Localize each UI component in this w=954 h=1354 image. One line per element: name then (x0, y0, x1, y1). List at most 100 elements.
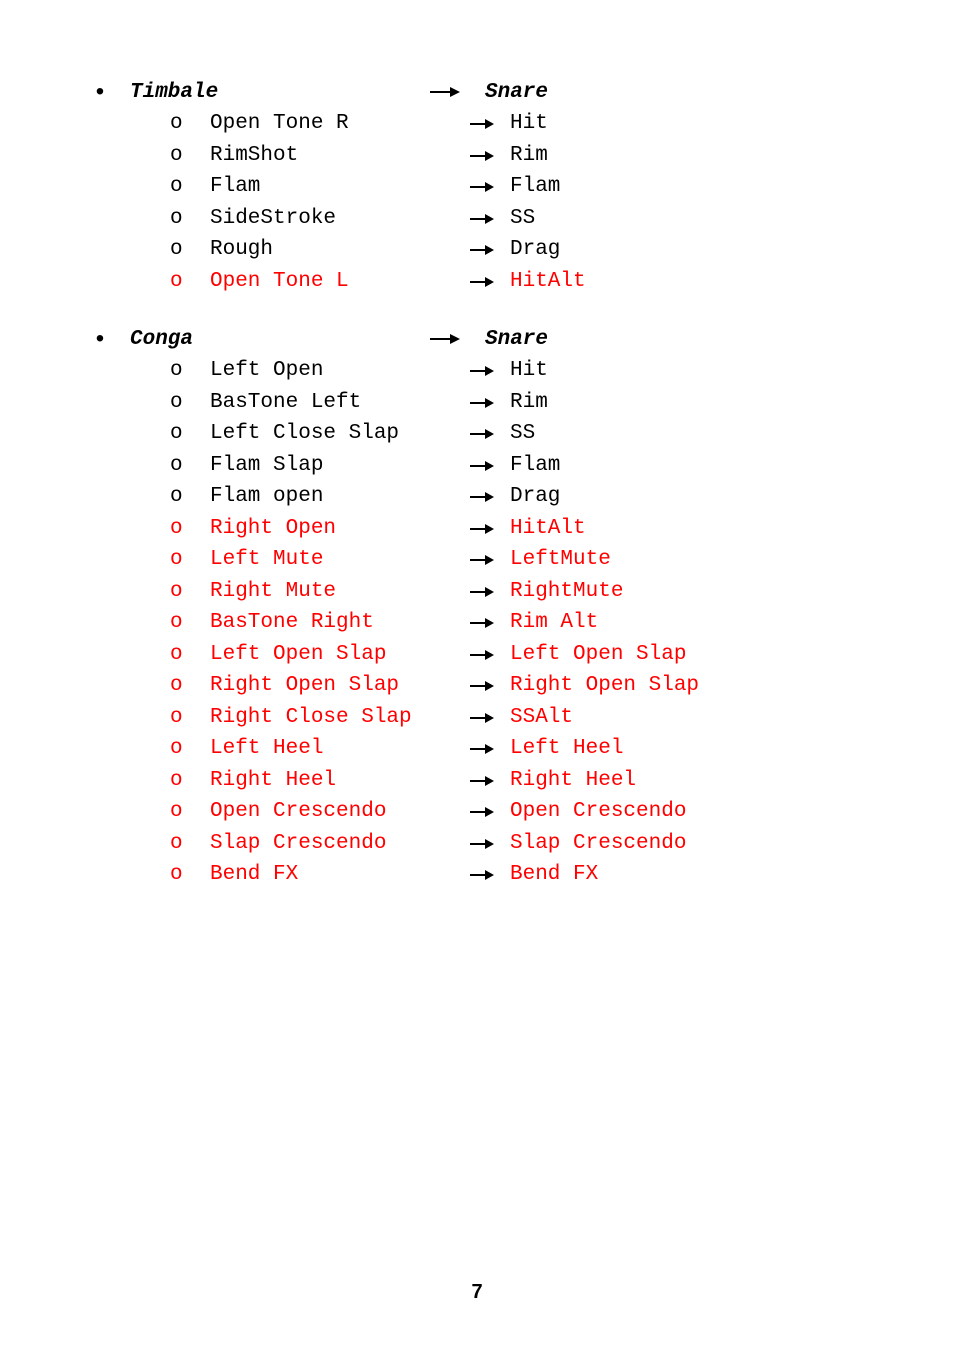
source-label: RimShot (210, 140, 470, 172)
arrow-icon (470, 828, 510, 860)
target-title: Snare (485, 328, 884, 351)
arrow-icon (470, 702, 510, 734)
section-timbale: • Timbale Snare oOpen Tone RHit oRimShot… (70, 80, 884, 297)
source-label: Flam (210, 171, 470, 203)
circle-bullet-icon: o (170, 859, 210, 891)
arrow-icon (470, 140, 510, 172)
mapping-row: oOpen CrescendoOpen Crescendo (70, 796, 884, 828)
mapping-row: oFlam open Drag (70, 481, 884, 513)
arrow-icon (470, 544, 510, 576)
target-label: Slap Crescendo (510, 828, 884, 860)
target-label: Left Heel (510, 733, 884, 765)
arrow-icon (470, 108, 510, 140)
mapping-row: oLeft Open SlapLeft Open Slap (70, 639, 884, 671)
target-label: SS (510, 418, 884, 450)
arrow-icon (470, 481, 510, 513)
source-label: Right Open Slap (210, 670, 470, 702)
source-label: Bend FX (210, 859, 470, 891)
mapping-row: oLeft Close Slap SS (70, 418, 884, 450)
arrow-icon (470, 234, 510, 266)
source-label: Left Heel (210, 733, 470, 765)
mapping-row: oRoughDrag (70, 234, 884, 266)
source-label: Right Mute (210, 576, 470, 608)
mapping-row: oLeft Mute LeftMute (70, 544, 884, 576)
circle-bullet-icon: o (170, 140, 210, 172)
section-header: • Conga Snare (70, 327, 884, 351)
circle-bullet-icon: o (170, 355, 210, 387)
circle-bullet-icon: o (170, 450, 210, 482)
arrow-icon (470, 513, 510, 545)
target-label: Right Open Slap (510, 670, 884, 702)
target-label: Hit (510, 108, 884, 140)
target-label: Left Open Slap (510, 639, 884, 671)
target-label: SSAlt (510, 702, 884, 734)
mapping-row: oRight Open SlapRight Open Slap (70, 670, 884, 702)
source-label: BasTone Left (210, 387, 470, 419)
circle-bullet-icon: o (170, 203, 210, 235)
mapping-row: oFlam SlapFlam (70, 450, 884, 482)
circle-bullet-icon: o (170, 544, 210, 576)
section-header: • Timbale Snare (70, 80, 884, 104)
arrow-icon (470, 859, 510, 891)
arrow-icon (470, 765, 510, 797)
circle-bullet-icon: o (170, 607, 210, 639)
target-label: LeftMute (510, 544, 884, 576)
source-label: SideStroke (210, 203, 470, 235)
source-label: Left Open Slap (210, 639, 470, 671)
source-label: Right Heel (210, 765, 470, 797)
mapping-row: oRight Close Slap SSAlt (70, 702, 884, 734)
circle-bullet-icon: o (170, 702, 210, 734)
target-label: Open Crescendo (510, 796, 884, 828)
source-label: Flam Slap (210, 450, 470, 482)
mapping-row: oBasTone RightRim Alt (70, 607, 884, 639)
bullet-icon: • (70, 80, 130, 104)
source-label: Right Open (210, 513, 470, 545)
source-label: Flam open (210, 481, 470, 513)
target-label: RightMute (510, 576, 884, 608)
arrow-icon (470, 450, 510, 482)
mapping-row: oLeft HeelLeft Heel (70, 733, 884, 765)
circle-bullet-icon: o (170, 418, 210, 450)
circle-bullet-icon: o (170, 670, 210, 702)
arrow-icon (470, 203, 510, 235)
circle-bullet-icon: o (170, 576, 210, 608)
target-label: Bend FX (510, 859, 884, 891)
source-label: Left Close Slap (210, 418, 470, 450)
bullet-icon: • (70, 327, 130, 351)
mapping-row: oBasTone Left Rim (70, 387, 884, 419)
circle-bullet-icon: o (170, 733, 210, 765)
target-label: Rim Alt (510, 607, 884, 639)
section-conga: • Conga Snare oLeft OpenHit oBasTone Lef… (70, 327, 884, 891)
target-title: Snare (485, 81, 884, 104)
arrow-icon (470, 266, 510, 298)
page-number: 7 (0, 1281, 954, 1304)
source-label: Left Mute (210, 544, 470, 576)
page-content: • Timbale Snare oOpen Tone RHit oRimShot… (0, 0, 954, 891)
target-label: Rim (510, 140, 884, 172)
arrow-icon (470, 355, 510, 387)
arrow-icon (470, 733, 510, 765)
target-label: HitAlt (510, 266, 884, 298)
target-label: Drag (510, 481, 884, 513)
source-label: Slap Crescendo (210, 828, 470, 860)
target-label: Rim (510, 387, 884, 419)
circle-bullet-icon: o (170, 387, 210, 419)
mapping-row: oRight OpenHitAlt (70, 513, 884, 545)
target-label: Drag (510, 234, 884, 266)
arrow-icon (470, 670, 510, 702)
arrow-icon (470, 639, 510, 671)
source-title: Conga (130, 328, 430, 351)
mapping-row: oOpen Tone LHitAlt (70, 266, 884, 298)
arrow-icon (470, 796, 510, 828)
arrow-icon (470, 607, 510, 639)
arrow-icon (470, 387, 510, 419)
source-label: Right Close Slap (210, 702, 470, 734)
source-label: Open Tone L (210, 266, 470, 298)
circle-bullet-icon: o (170, 481, 210, 513)
arrow-icon (470, 576, 510, 608)
mapping-row: oFlamFlam (70, 171, 884, 203)
source-label: Left Open (210, 355, 470, 387)
arrow-icon (470, 171, 510, 203)
mapping-row: oBend FXBend FX (70, 859, 884, 891)
circle-bullet-icon: o (170, 765, 210, 797)
